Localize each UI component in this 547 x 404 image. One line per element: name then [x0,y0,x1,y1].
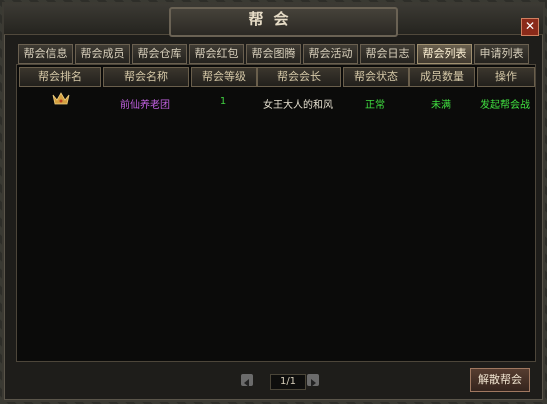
tab-guild-log[interactable]: 帮会日志 [360,44,415,64]
tab-bar: 帮会信息 帮会成员 帮会仓库 帮会红包 帮会图腾 帮会活动 帮会日志 帮会列表 … [18,44,529,64]
header-status[interactable]: 帮会状态 [343,67,409,87]
tab-guild-red-packet[interactable]: 帮会红包 [189,44,244,64]
header-members[interactable]: 成员数量 [409,67,475,87]
tab-guild-totem[interactable]: 帮会图腾 [246,44,301,64]
header-rank[interactable]: 帮会排名 [19,67,101,87]
guild-list-panel: 帮会排名 帮会名称 帮会等级 帮会会长 帮会状态 成员数量 操作 前仙养老团 1… [16,64,536,362]
next-page-icon[interactable] [307,374,319,387]
disband-guild-button[interactable]: 解散帮会 [470,368,530,392]
header-action[interactable]: 操作 [477,67,535,87]
footer: 1/1 解散帮会 [16,362,534,396]
declare-war-link[interactable]: 发起帮会战 [477,96,533,111]
header-name[interactable]: 帮会名称 [103,67,189,87]
guild-members: 未满 [431,100,451,111]
title-bar[interactable]: 帮会 ✕ [4,4,543,37]
crown-icon [52,92,70,105]
guild-name: 前仙养老团 [120,100,170,111]
tab-guild-members[interactable]: 帮会成员 [75,44,130,64]
guild-status: 正常 [365,100,385,111]
header-leader[interactable]: 帮会会长 [257,67,341,87]
tab-guild-list[interactable]: 帮会列表 [417,44,472,64]
guild-leader: 女王大人的和风 [263,100,333,111]
window-title: 帮会 [248,10,299,28]
guild-level: 1 [219,96,227,107]
close-icon[interactable]: ✕ [521,18,539,36]
header-level[interactable]: 帮会等级 [191,67,257,87]
tab-guild-warehouse[interactable]: 帮会仓库 [132,44,187,64]
tab-guild-info[interactable]: 帮会信息 [18,44,73,64]
guild-window: 帮会 ✕ 帮会信息 帮会成员 帮会仓库 帮会红包 帮会图腾 帮会活动 帮会日志 … [2,2,545,402]
tab-application-list[interactable]: 申请列表 [474,44,529,64]
page-indicator: 1/1 [270,374,306,390]
prev-page-icon[interactable] [241,374,253,387]
tab-guild-activity[interactable]: 帮会活动 [303,44,358,64]
